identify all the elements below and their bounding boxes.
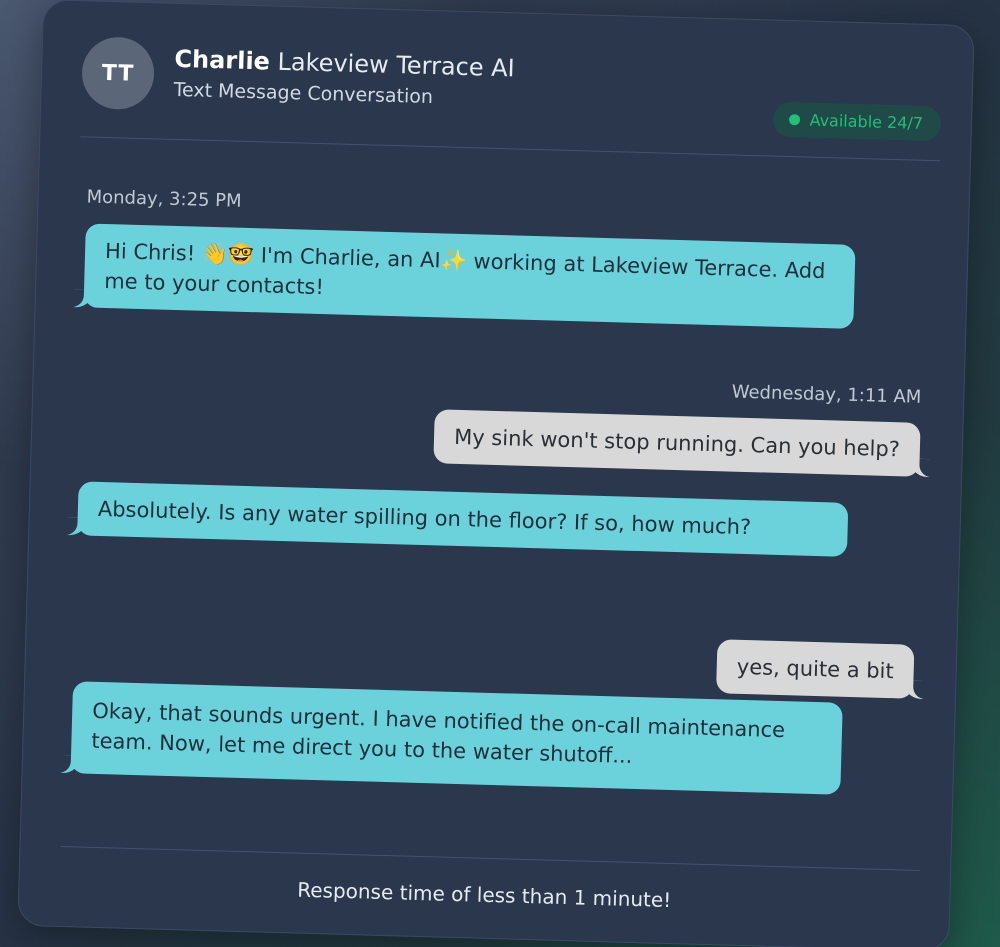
incoming-message-bubble: Absolutely. Is any water spilling on the… xyxy=(77,481,849,557)
agent-name: Charlie xyxy=(174,44,271,76)
header-divider xyxy=(80,136,940,162)
conversation-header: TT Charlie Lakeview Terrace AI Text Mess… xyxy=(81,36,943,142)
response-time-note: Response time of less than 1 minute! xyxy=(296,877,672,913)
message-text: Absolutely. Is any water spilling on the… xyxy=(97,496,752,540)
message-text: Okay, that sounds urgent. I have notifie… xyxy=(91,698,786,768)
footer-divider xyxy=(60,845,921,871)
conversation-card: TT Charlie Lakeview Terrace AI Text Mess… xyxy=(17,0,975,947)
status-dot-icon xyxy=(788,114,800,126)
page-title: Charlie Lakeview Terrace AI xyxy=(174,45,515,82)
message-text: My sink won't stop running. Can you help… xyxy=(453,424,901,462)
avatar: TT xyxy=(81,36,156,111)
outgoing-message-bubble: My sink won't stop running. Can you help… xyxy=(433,409,921,477)
message-timestamp: Monday, 3:25 PM xyxy=(86,186,242,212)
outgoing-message-bubble: yes, quite a bit xyxy=(716,639,915,699)
message-timestamp: Wednesday, 1:11 AM xyxy=(731,381,922,408)
message-text: Hi Chris! 👋🤓 I'm Charlie, an AI✨ working… xyxy=(103,239,826,300)
agent-title: Lakeview Terrace AI xyxy=(277,47,516,83)
message-text: yes, quite a bit xyxy=(736,654,895,684)
status-badge-label: Available 24/7 xyxy=(809,110,924,133)
status-badge: Available 24/7 xyxy=(772,101,942,142)
page-background: TT Charlie Lakeview Terrace AI Text Mess… xyxy=(0,0,1000,947)
conversation-subtitle: Text Message Conversation xyxy=(173,78,434,109)
incoming-message-bubble: Okay, that sounds urgent. I have notifie… xyxy=(70,681,843,795)
incoming-message-bubble: Hi Chris! 👋🤓 I'm Charlie, an AI✨ working… xyxy=(83,223,856,329)
header-title-block: Charlie Lakeview Terrace AI Text Message… xyxy=(173,45,515,110)
